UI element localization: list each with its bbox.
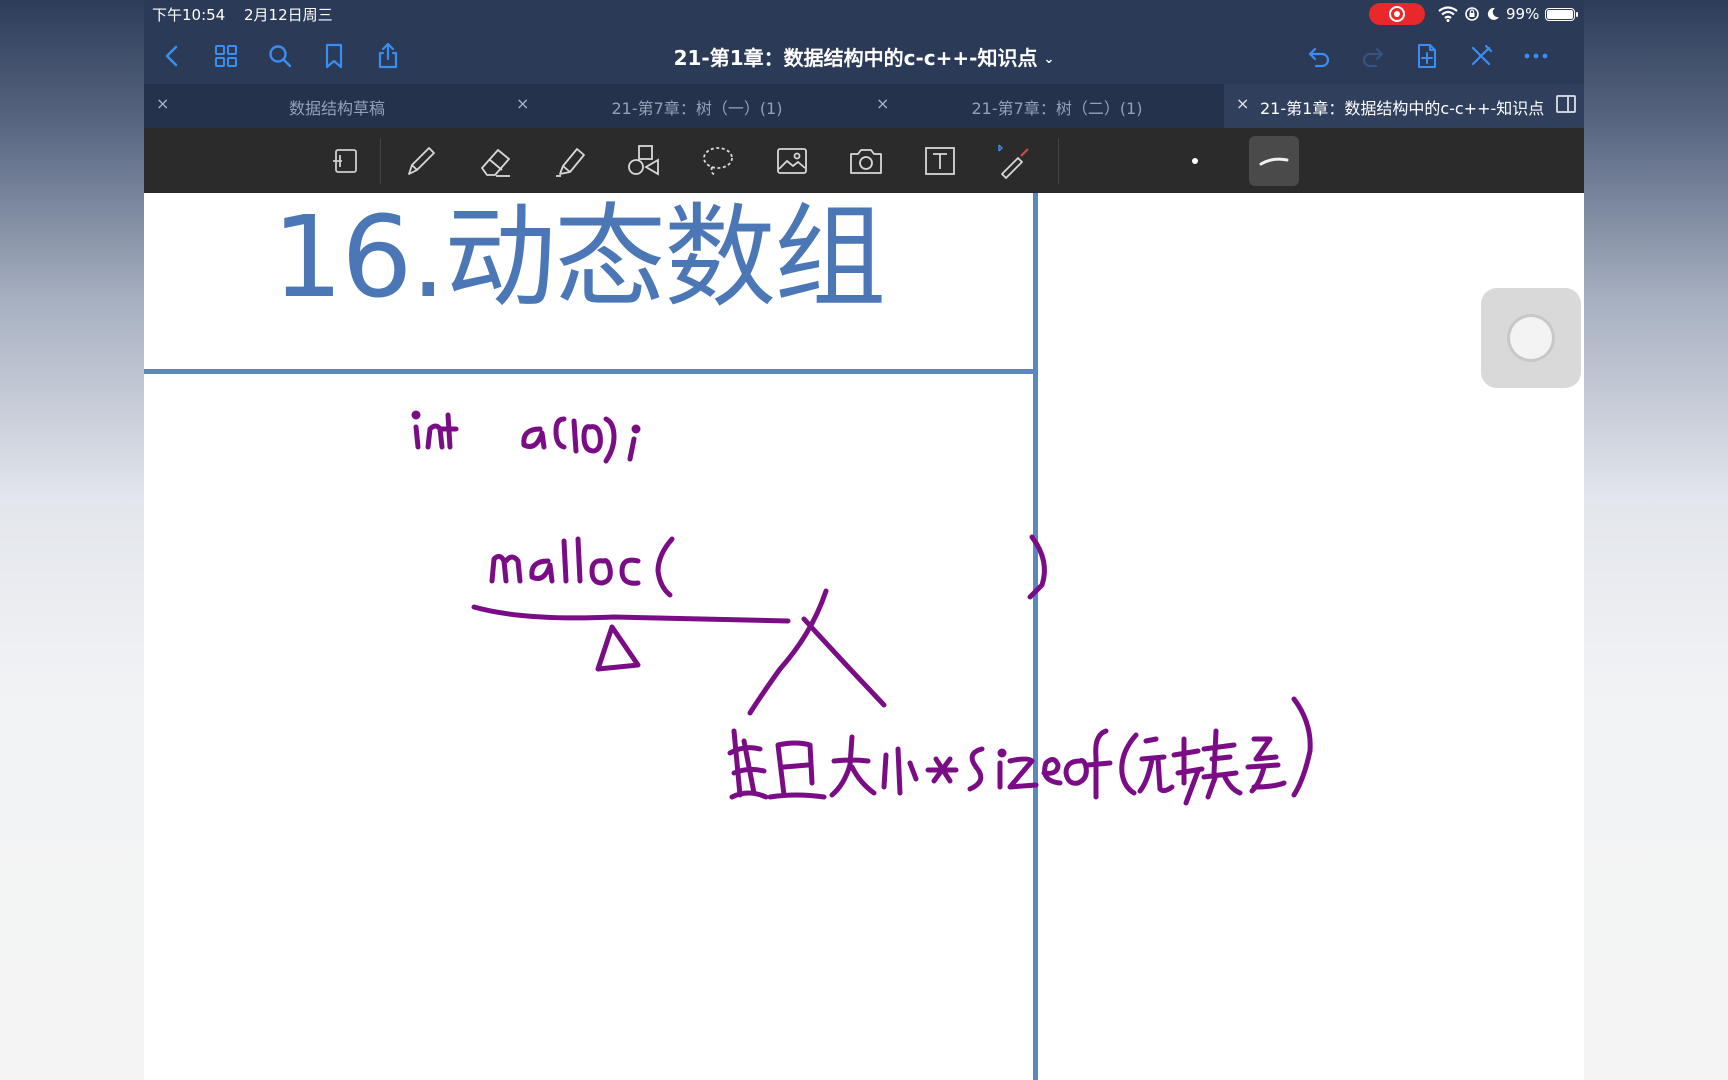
camera-icon[interactable] <box>844 139 888 183</box>
document-title-menu[interactable]: 21-第1章：数据结构中的c-c++-知识点 ⌄ <box>674 42 1055 71</box>
nav-bar: 21-第1章：数据结构中的c-c++-知识点 ⌄ <box>144 28 1584 84</box>
lasso-icon[interactable] <box>696 139 740 183</box>
note-page[interactable]: 16.动态数组 <box>144 193 1584 1080</box>
battery-percent: 99% <box>1506 5 1540 23</box>
tab-label: 数据结构草稿 <box>288 99 385 118</box>
tab-tree-2[interactable]: × 21-第7章：树（二）(1) <box>864 84 1224 128</box>
tab-label: 21-第7章：树（二）(1) <box>971 99 1143 118</box>
wifi-icon <box>1438 6 1458 22</box>
document-title: 21-第1章：数据结构中的c-c++-知识点 <box>673 46 1038 70</box>
split-view-icon[interactable] <box>1556 95 1576 113</box>
close-tab-icon[interactable]: × <box>876 94 889 113</box>
search-icon[interactable] <box>260 36 300 76</box>
screen-recording-icon[interactable] <box>1369 3 1425 25</box>
laser-pointer-icon[interactable] <box>992 139 1036 183</box>
close-tab-icon[interactable]: × <box>1236 94 1249 113</box>
tab-label: 21-第7章：树（一）(1) <box>611 99 783 118</box>
assistive-touch-button[interactable] <box>1481 288 1581 388</box>
status-date: 2月12日周三 <box>244 6 333 24</box>
status-icons: 99% <box>1438 3 1579 25</box>
eraser-icon[interactable] <box>474 139 518 183</box>
drawing-toolbar <box>144 128 1584 193</box>
pen-icon[interactable] <box>399 139 443 183</box>
tab-label: 21-第1章：数据结构中的c-c++-知识点 <box>1260 99 1545 118</box>
text-icon[interactable] <box>918 139 962 183</box>
handwriting-ink <box>411 410 1313 806</box>
stroke-style-selector[interactable] <box>1249 136 1299 186</box>
add-page-icon[interactable] <box>1407 36 1447 76</box>
tab-chapter-1[interactable]: × 21-第1章：数据结构中的c-c++-知识点 <box>1224 84 1584 128</box>
close-tab-icon[interactable]: × <box>516 94 529 113</box>
moon-icon <box>1487 7 1499 20</box>
chevron-down-icon: ⌄ <box>1043 52 1055 67</box>
close-edit-icon[interactable] <box>1461 36 1501 76</box>
redo-icon[interactable] <box>1353 36 1393 76</box>
status-time: 下午10:54 <box>152 6 226 24</box>
share-icon[interactable] <box>368 36 408 76</box>
grid-icon[interactable] <box>206 36 246 76</box>
image-icon[interactable] <box>770 139 814 183</box>
orientation-lock-icon <box>1465 7 1479 21</box>
highlighter-icon[interactable] <box>548 139 592 183</box>
shapes-icon[interactable] <box>622 139 666 183</box>
tab-data-structure-draft[interactable]: × 数据结构草稿 <box>144 84 504 128</box>
bookmark-icon[interactable] <box>314 36 354 76</box>
ipad-screen: 下午10:54 2月12日周三 99% 21-第1章：数据结构中的c-c++-知… <box>144 0 1584 1080</box>
more-icon[interactable] <box>1516 36 1556 76</box>
status-bar: 下午10:54 2月12日周三 99% <box>144 0 1584 28</box>
scan-icon[interactable] <box>324 139 368 183</box>
undo-icon[interactable] <box>1299 36 1339 76</box>
close-tab-icon[interactable]: × <box>156 94 169 113</box>
stroke-size-selector[interactable] <box>1192 158 1198 164</box>
tab-bar: × 数据结构草稿 × 21-第7章：树（一）(1) × 21-第7章：树（二）(… <box>144 84 1584 128</box>
back-icon[interactable] <box>152 36 192 76</box>
battery-icon <box>1545 7 1579 21</box>
tab-tree-1[interactable]: × 21-第7章：树（一）(1) <box>504 84 864 128</box>
